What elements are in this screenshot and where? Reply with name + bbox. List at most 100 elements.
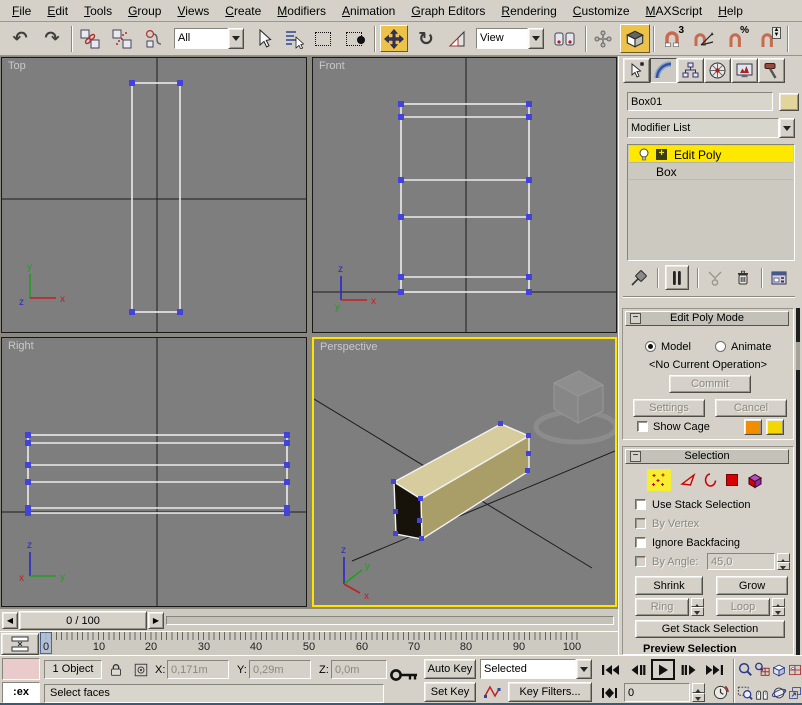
collapse-icon[interactable]: −: [630, 451, 641, 462]
coord-system-dropdown-button[interactable]: [528, 28, 544, 49]
modifier-list-field[interactable]: Modifier List: [627, 118, 779, 138]
key-filter-selection-field[interactable]: Selected: [480, 659, 576, 679]
menu-rendering[interactable]: Rendering: [493, 2, 564, 20]
percent-snap-button[interactable]: %: [722, 25, 750, 52]
edit-poly-mode-title[interactable]: − Edit Poly Mode: [625, 311, 789, 326]
get-stack-selection-button[interactable]: Get Stack Selection: [635, 620, 785, 638]
time-forward-button[interactable]: ▶: [148, 612, 164, 629]
select-by-name-button[interactable]: [280, 25, 308, 52]
menu-edit[interactable]: Edit: [39, 2, 76, 20]
arc-rotate-button[interactable]: [771, 683, 787, 702]
select-and-move-button[interactable]: [380, 25, 408, 52]
time-slider-track[interactable]: [166, 616, 614, 625]
frame-spinner[interactable]: [692, 683, 705, 702]
tab-create[interactable]: [623, 58, 650, 83]
key-filters-button[interactable]: Key Filters...: [508, 682, 592, 702]
go-to-end-button[interactable]: [703, 660, 727, 679]
viewport-front[interactable]: Front: [312, 57, 617, 333]
model-radio-label[interactable]: Model: [661, 341, 691, 353]
menu-create[interactable]: Create: [217, 2, 269, 20]
expand-toggle[interactable]: +: [656, 149, 667, 160]
select-object-button[interactable]: [250, 25, 276, 52]
selection-title[interactable]: − Selection: [625, 449, 789, 464]
current-frame-field[interactable]: [624, 683, 690, 702]
animate-radio[interactable]: [715, 341, 726, 352]
spinner-snap-button[interactable]: ▲▼: [754, 25, 782, 52]
vertex-mode-button[interactable]: [647, 469, 671, 491]
use-stack-selection-checkbox[interactable]: [635, 499, 646, 510]
viewport-right-canvas[interactable]: z y x: [2, 338, 307, 607]
min-max-toggle-button[interactable]: [788, 683, 802, 702]
collapse-icon[interactable]: −: [630, 313, 641, 324]
coord-system-field[interactable]: View: [476, 28, 528, 49]
time-slider-handle[interactable]: 0 / 100: [19, 611, 147, 630]
select-and-link-button[interactable]: [76, 25, 104, 52]
stack-row-box[interactable]: Box: [629, 163, 793, 180]
time-back-button[interactable]: ◀: [2, 612, 18, 629]
shrink-button[interactable]: Shrink: [635, 576, 703, 595]
next-frame-button[interactable]: [678, 660, 700, 679]
grow-button[interactable]: Grow: [716, 576, 788, 595]
toolbar-clipped-button[interactable]: [792, 25, 802, 52]
remove-modifier-button[interactable]: [731, 266, 755, 290]
go-to-start-button[interactable]: [598, 660, 622, 679]
use-stack-selection-label[interactable]: Use Stack Selection: [652, 499, 750, 511]
ignore-backfacing-label[interactable]: Ignore Backfacing: [652, 537, 740, 549]
tab-motion[interactable]: [704, 58, 731, 83]
menu-group[interactable]: Group: [120, 2, 169, 20]
menu-animation[interactable]: Animation: [334, 2, 403, 20]
menu-graph-editors[interactable]: Graph Editors: [403, 2, 493, 20]
tab-hierarchy[interactable]: [677, 58, 704, 83]
panel-scrollbar[interactable]: [796, 308, 800, 655]
cage-color-swatch[interactable]: [744, 419, 762, 435]
light-bulb-icon[interactable]: [638, 148, 650, 161]
tab-utilities[interactable]: [758, 58, 785, 83]
configure-modifier-sets-button[interactable]: [767, 266, 791, 290]
key-filter-dropdown-button[interactable]: [576, 659, 592, 679]
maxscript-macro-recorder[interactable]: [2, 658, 40, 680]
edge-mode-button[interactable]: [677, 469, 699, 491]
use-pivot-point-center-button[interactable]: [550, 25, 580, 52]
element-mode-button[interactable]: [743, 469, 767, 491]
selection-lock-button[interactable]: [106, 660, 126, 679]
default-tangents-button[interactable]: [480, 682, 504, 702]
selection-filter-dropdown-button[interactable]: [228, 28, 244, 49]
angle-snap-button[interactable]: [690, 25, 718, 52]
cancel-button[interactable]: Cancel: [715, 399, 787, 417]
cage-selected-color-swatch[interactable]: [766, 419, 784, 435]
object-name-field[interactable]: [627, 92, 773, 111]
tab-modify[interactable]: [650, 58, 677, 83]
ignore-backfacing-checkbox[interactable]: [635, 537, 646, 548]
play-button[interactable]: [651, 659, 675, 680]
redo-button[interactable]: ↷: [38, 25, 66, 52]
pan-button[interactable]: [754, 683, 770, 702]
make-unique-button[interactable]: [703, 266, 727, 290]
animate-radio-label[interactable]: Animate: [731, 341, 771, 353]
show-end-result-button[interactable]: [665, 265, 689, 290]
track-bar-ticks[interactable]: [40, 632, 580, 640]
menu-views[interactable]: Views: [169, 2, 217, 20]
time-configuration-button[interactable]: [710, 683, 730, 702]
rectangular-selection-region-button[interactable]: [310, 25, 336, 52]
commit-button[interactable]: Commit: [669, 375, 751, 393]
menu-tools[interactable]: Tools: [76, 2, 120, 20]
viewport-right[interactable]: Right: [1, 337, 307, 607]
viewport-perspective[interactable]: Perspective: [312, 337, 617, 607]
viewport-perspective-canvas[interactable]: z y x: [314, 339, 615, 605]
viewport-front-canvas[interactable]: z x y: [313, 58, 617, 333]
select-and-rotate-button[interactable]: ↻: [412, 25, 440, 52]
modifier-list-dropdown-button[interactable]: [779, 118, 795, 138]
bind-to-space-warp-button[interactable]: [140, 25, 168, 52]
set-keys-button[interactable]: [388, 662, 420, 688]
model-radio[interactable]: [645, 341, 656, 352]
object-color-swatch[interactable]: [779, 93, 799, 111]
polygon-mode-button[interactable]: [721, 469, 743, 491]
show-cage-checkbox[interactable]: [637, 421, 648, 432]
snaps-toggle-button[interactable]: [620, 24, 650, 53]
z-coord-field[interactable]: [331, 660, 387, 679]
menu-maxscript[interactable]: MAXScript: [638, 2, 711, 20]
window-crossing-button[interactable]: [340, 25, 368, 52]
region-zoom-button[interactable]: [737, 683, 753, 702]
viewport-top[interactable]: Top y x z: [1, 57, 307, 333]
zoom-all-button[interactable]: [754, 660, 770, 679]
